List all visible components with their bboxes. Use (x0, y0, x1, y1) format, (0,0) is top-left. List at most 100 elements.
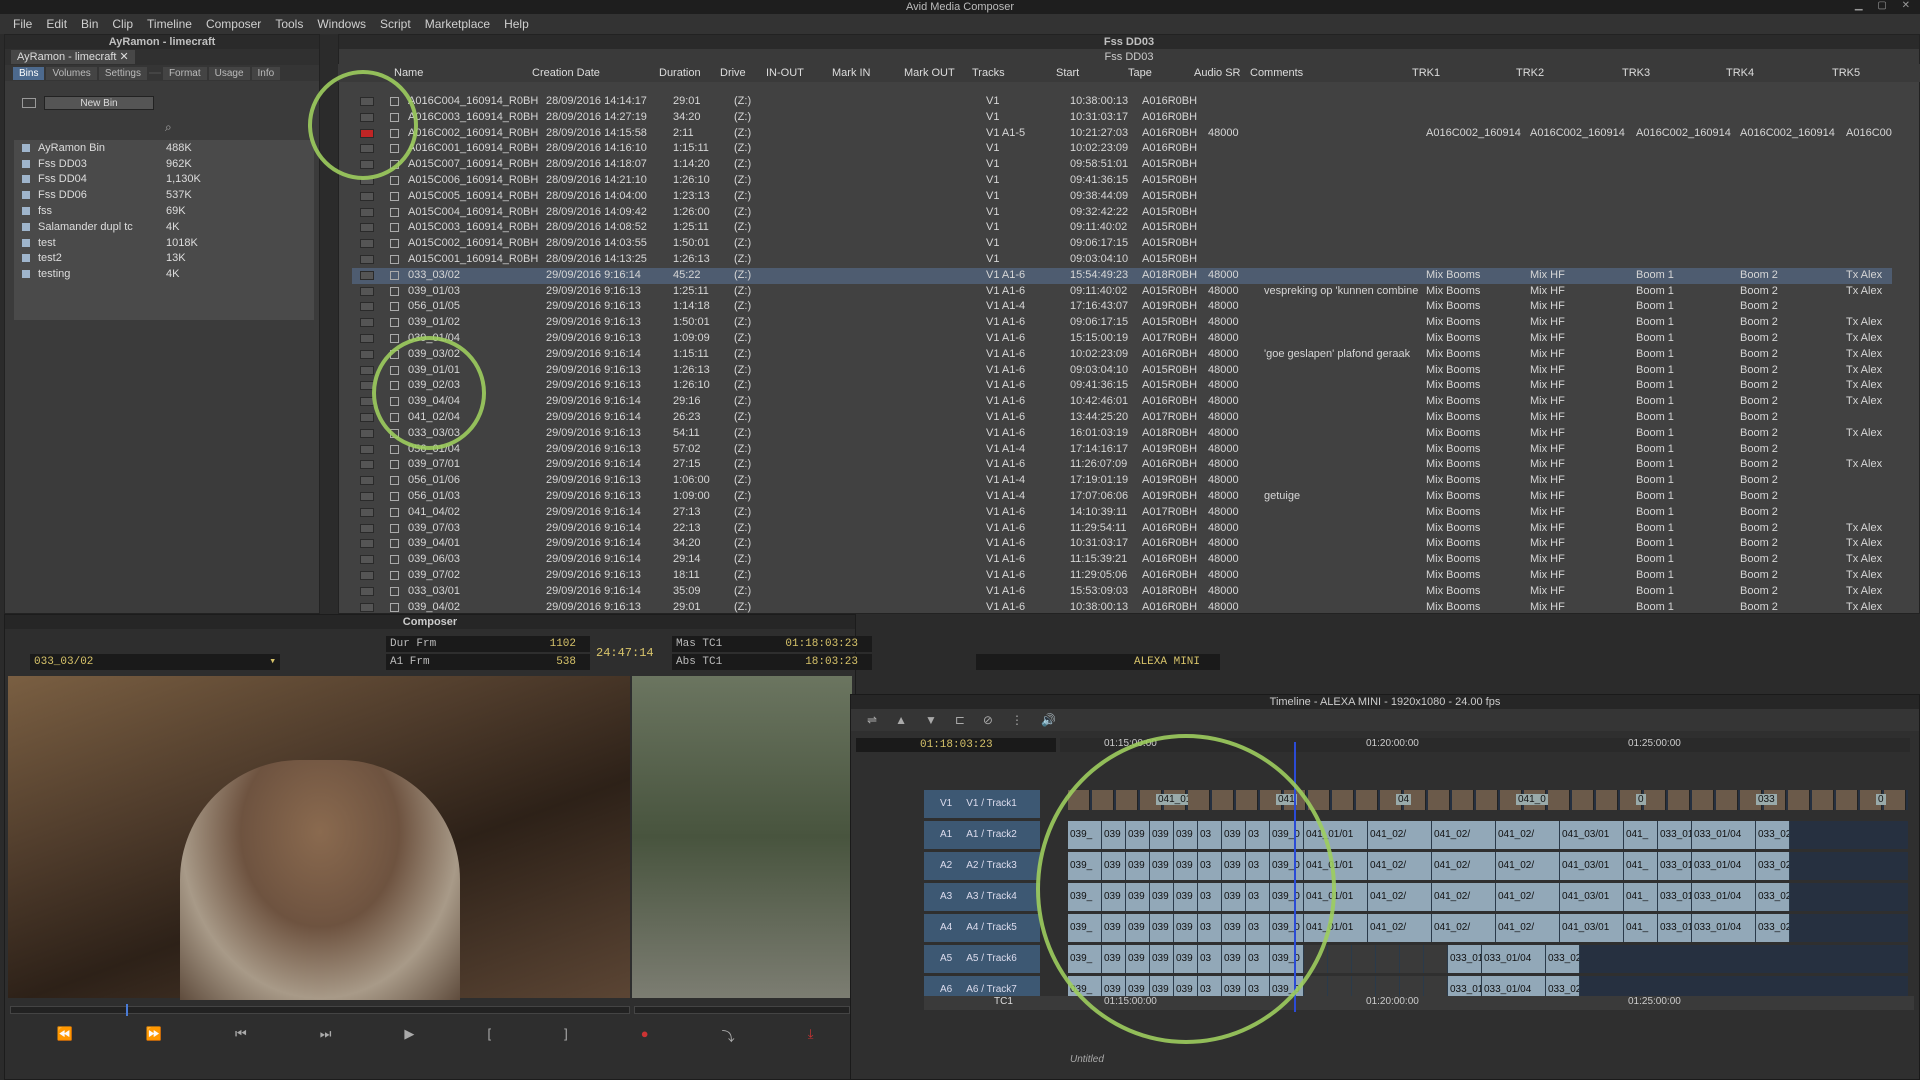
table-row[interactable]: 039_01/03 29/09/2016 9:16:13 1:25:11 (Z:) V1… (352, 284, 1892, 300)
video-clip[interactable] (1668, 790, 1690, 810)
table-row[interactable]: 039_04/02 29/09/2016 9:16:13 29:01 (Z:) V1 A… (352, 600, 1892, 614)
audio-clip[interactable]: 041_02/ (1432, 821, 1496, 849)
bin-item[interactable]: testing 4K (14, 266, 314, 282)
audio-clip[interactable]: 033_02 (1756, 852, 1790, 880)
video-clip[interactable] (1716, 790, 1738, 810)
video-clip[interactable] (1572, 790, 1594, 810)
timeline-toolbar[interactable]: ⇌ ▲ ▼ ⊏ ⊘ ⋮ 🔊 (851, 709, 1919, 731)
source-position-indicator[interactable] (126, 1004, 128, 1016)
table-row[interactable]: A016C002_160914_R0BH 28/09/2016 14:15:58 2… (352, 126, 1892, 142)
audio-clip[interactable]: 041_02/ (1496, 821, 1560, 849)
menu-clip[interactable]: Clip (105, 17, 140, 31)
audio-clip[interactable]: 033_02 (1756, 883, 1790, 911)
project-tab-color[interactable] (148, 72, 161, 74)
table-row[interactable]: A015C003_160914_R0BH 28/09/2016 14:08:52 1… (352, 220, 1892, 236)
bin-item[interactable]: test2 13K (14, 251, 314, 267)
record-position-bar[interactable] (634, 1006, 850, 1014)
project-tab-bins[interactable]: Bins (13, 66, 45, 80)
bin-item[interactable]: Salamander dupl tc 4K (14, 219, 314, 235)
table-row[interactable]: 039_03/02 29/09/2016 9:16:14 1:15:11 (Z:) V1… (352, 347, 1892, 363)
video-clip[interactable] (1428, 790, 1450, 810)
bin-item[interactable]: AyRamon Bin 488K (14, 140, 314, 156)
track-header-a2[interactable]: A2 A2 / Track3 (924, 852, 1040, 880)
color-swatch[interactable] (360, 223, 374, 233)
table-row[interactable]: 039_02/03 29/09/2016 9:16:13 1:26:10 (Z:) V1… (352, 378, 1892, 394)
video-clip[interactable] (1692, 790, 1714, 810)
audio-clip[interactable]: 041_02/ (1368, 852, 1432, 880)
play-icon[interactable]: ▶ (404, 1026, 414, 1045)
video-clip[interactable] (1596, 790, 1618, 810)
project-tab-info[interactable]: Info (251, 66, 281, 80)
audio-clip[interactable]: 041_02/ (1432, 852, 1496, 880)
rewind-icon[interactable]: ⏪ (57, 1026, 73, 1045)
audio-clip[interactable]: 033_01 (1658, 821, 1692, 849)
color-swatch[interactable] (360, 207, 374, 217)
add-edit-icon[interactable]: ⋮ (1011, 713, 1023, 727)
bin-item[interactable]: test 1018K (14, 235, 314, 251)
track-header-a3[interactable]: A3 A3 / Track4 (924, 883, 1040, 911)
table-row[interactable]: 039_07/02 29/09/2016 9:16:13 18:11 (Z:) V1 A… (352, 568, 1892, 584)
table-row[interactable]: 041_02/04 29/09/2016 9:16:14 26:23 (Z:) V1 A… (352, 410, 1892, 426)
bin-item[interactable]: Fss DD04 1,130K (14, 172, 314, 188)
column-header[interactable]: Start (1056, 64, 1079, 82)
trim-icon[interactable]: ⊏ (955, 713, 965, 727)
menu-bin[interactable]: Bin (74, 17, 105, 31)
table-row[interactable]: 039_07/01 29/09/2016 9:16:14 27:15 (Z:) V1 A… (352, 457, 1892, 473)
color-swatch[interactable] (360, 460, 374, 470)
track-header-v1[interactable]: V1 V1 / Track1 (924, 790, 1040, 818)
color-swatch[interactable] (360, 507, 374, 517)
color-swatch[interactable] (360, 239, 374, 249)
color-swatch[interactable] (360, 555, 374, 565)
column-header[interactable]: Drive (720, 64, 746, 82)
column-header[interactable]: TRK2 (1516, 64, 1544, 82)
video-clip[interactable] (1788, 790, 1810, 810)
audio-clip[interactable]: 033_02 (1756, 821, 1790, 849)
clip-name-menu[interactable]: 033_03/02 ▾ (30, 654, 280, 670)
color-swatch[interactable] (360, 334, 374, 343)
column-header[interactable]: Name (394, 64, 423, 82)
track-header-a1[interactable]: A1 A1 / Track2 (924, 821, 1040, 849)
lift-icon[interactable]: ▲ (895, 713, 907, 727)
video-clip[interactable] (1884, 790, 1906, 810)
audio-clip[interactable]: 041_02/ (1432, 883, 1496, 911)
audio-clip[interactable]: 041_02/ (1432, 914, 1496, 942)
audio-clip[interactable]: 041_03/01 (1560, 852, 1624, 880)
menu-file[interactable]: File (6, 17, 39, 31)
audio-clip[interactable]: 033_01/04 (1692, 883, 1756, 911)
audio-clip[interactable]: 041_03/01 (1560, 821, 1624, 849)
bin-item[interactable]: Fss DD06 537K (14, 187, 314, 203)
video-clip[interactable] (1836, 790, 1858, 810)
menu-windows[interactable]: Windows (310, 17, 373, 31)
column-header[interactable]: TRK3 (1622, 64, 1650, 82)
audio-clip[interactable]: 041_ (1624, 914, 1658, 942)
track-header-a4[interactable]: A4 A4 / Track5 (924, 914, 1040, 942)
audio-clip[interactable]: 033_02 (1756, 914, 1790, 942)
table-row[interactable]: A015C004_160914_R0BH 28/09/2016 14:09:42 1… (352, 205, 1892, 221)
menu-edit[interactable]: Edit (39, 17, 74, 31)
color-swatch[interactable] (360, 302, 374, 312)
color-swatch[interactable] (360, 523, 374, 533)
column-header[interactable]: Mark IN (832, 64, 871, 82)
a1-frm-readout[interactable]: A1 Frm 538 (386, 654, 590, 670)
table-row[interactable]: A015C006_160914_R0BH 28/09/2016 14:21:10 1… (352, 173, 1892, 189)
audio-icon[interactable]: 🔊 (1041, 713, 1056, 727)
column-header[interactable]: Comments (1250, 64, 1303, 82)
menu-marketplace[interactable]: Marketplace (418, 17, 497, 31)
video-clip[interactable] (1644, 790, 1666, 810)
column-header[interactable]: Audio SR (1194, 64, 1240, 82)
audio-clip[interactable]: 041_02/ (1368, 821, 1432, 849)
fast-forward-icon[interactable]: ⏩ (146, 1026, 162, 1045)
video-clip[interactable] (1332, 790, 1354, 810)
audio-clip[interactable]: 041_02/ (1368, 914, 1432, 942)
source-position-bar[interactable] (10, 1006, 630, 1014)
color-swatch[interactable] (360, 571, 374, 580)
project-tab-usage[interactable]: Usage (208, 66, 250, 80)
color-swatch[interactable] (360, 413, 374, 422)
audio-clip[interactable]: 033_02 (1546, 945, 1580, 973)
sequence-name-menu[interactable]: ALEXA MINI (976, 654, 1220, 670)
table-row[interactable]: 056_01/06 29/09/2016 9:16:13 1:06:00 (Z:) V1… (352, 473, 1892, 489)
table-row[interactable]: 039_01/01 29/09/2016 9:16:13 1:26:13 (Z:) V1… (352, 363, 1892, 379)
mark-out-icon[interactable]: ] (564, 1026, 568, 1045)
color-swatch[interactable] (360, 255, 374, 264)
video-clip[interactable] (1812, 790, 1834, 810)
